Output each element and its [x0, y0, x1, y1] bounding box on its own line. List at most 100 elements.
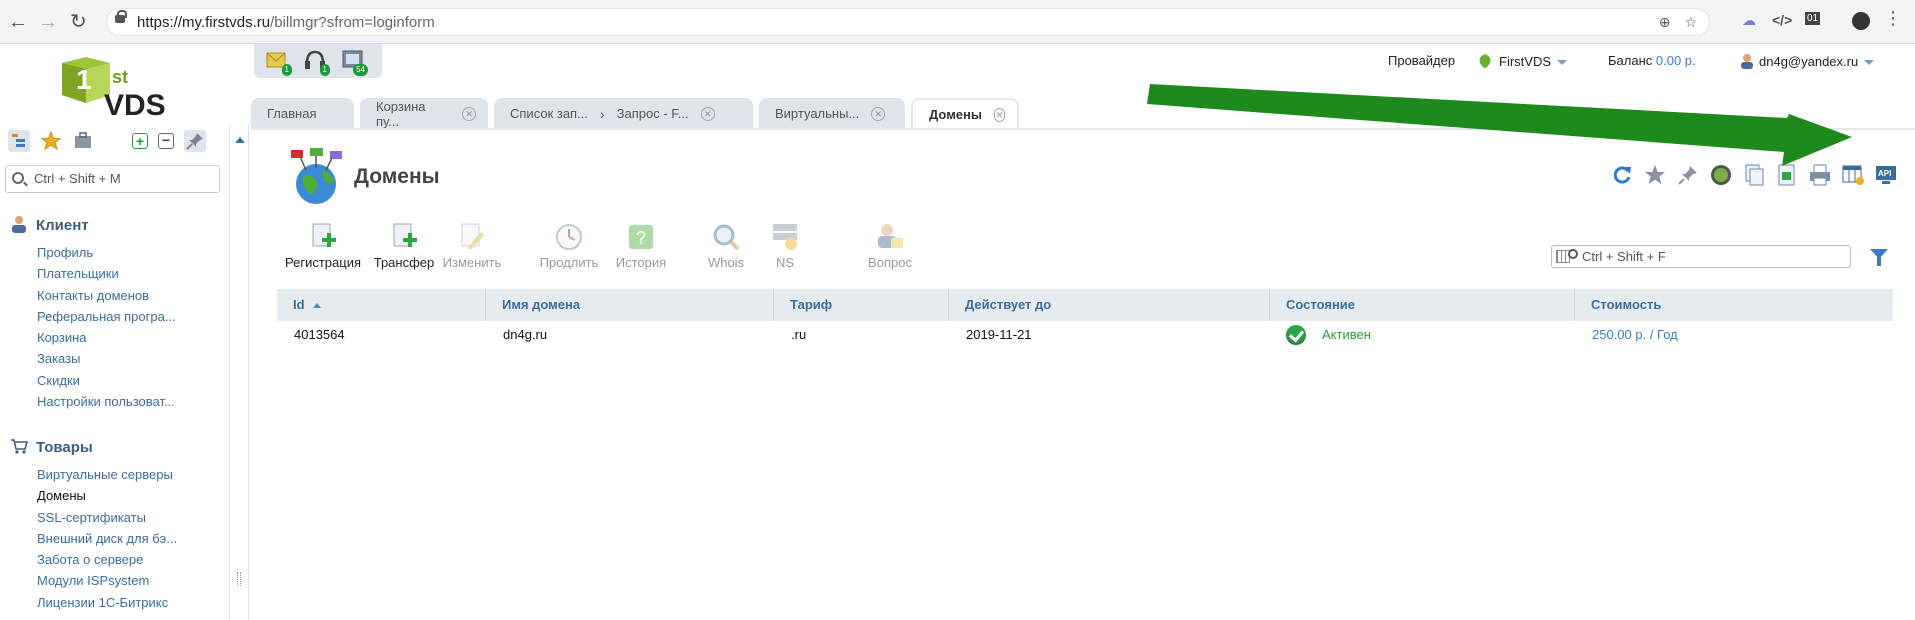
tab-label: Домены: [929, 107, 982, 122]
sidebar-item-backup-disk[interactable]: Внешний диск для бэ...: [37, 528, 177, 549]
history-button[interactable]: ? История: [612, 222, 670, 270]
filter-icon[interactable]: [1870, 249, 1888, 266]
sidebar-item-cart[interactable]: Корзина: [37, 327, 176, 348]
tab-domains[interactable]: Домены ✕: [911, 98, 1019, 129]
tab-cart[interactable]: Корзина пу... ✕: [360, 98, 488, 129]
section-goods[interactable]: Товары: [10, 437, 93, 456]
tasks-button[interactable]: 54: [340, 48, 368, 76]
back-icon[interactable]: ←: [8, 12, 28, 32]
tree-view-button[interactable]: [8, 130, 30, 152]
column-status[interactable]: Состояние: [1270, 289, 1575, 321]
column-tariff[interactable]: Тариф: [774, 289, 949, 321]
sidebar-item-payers[interactable]: Плательщики: [37, 263, 176, 284]
favorites-button[interactable]: [40, 130, 62, 152]
sidebar-item-ispsystem-modules[interactable]: Модули ISPsystem: [37, 570, 177, 591]
question-button[interactable]: Вопрос: [858, 222, 922, 270]
column-price[interactable]: Стоимость: [1575, 289, 1893, 321]
sidebar-item-server-care[interactable]: Забота о сервере: [37, 549, 177, 570]
table-settings-icon: [1842, 165, 1864, 185]
page-title: Домены: [354, 165, 440, 188]
table-row[interactable]: 4013564 dn4g.ru .ru 2019-11-21 Активен 2…: [277, 321, 1893, 349]
bookmark-star-icon[interactable]: ☆: [1684, 14, 1697, 31]
whois-button[interactable]: Whois: [698, 222, 754, 270]
address-bar[interactable]: https://my.firstvds.ru/billmgr?sfrom=log…: [106, 8, 1710, 36]
sidebar-splitter[interactable]: [229, 125, 249, 620]
refresh-button[interactable]: [1610, 163, 1634, 187]
print-button[interactable]: [1808, 163, 1832, 187]
table-search-input[interactable]: [1582, 249, 1842, 264]
close-icon[interactable]: ✕: [994, 107, 1005, 122]
clipboard-button[interactable]: [72, 130, 94, 152]
cell-price[interactable]: 250.00 р. / Год: [1575, 321, 1893, 349]
pin-button[interactable]: [184, 130, 206, 152]
section-client[interactable]: Клиент: [10, 215, 89, 234]
renew-button[interactable]: Продлить: [534, 222, 604, 270]
close-icon[interactable]: ✕: [462, 106, 476, 121]
sidebar-item-domain-contacts[interactable]: Контакты доменов: [37, 285, 176, 306]
devtools-extension-icon[interactable]: </>: [1772, 12, 1792, 28]
sidebar-item-discounts[interactable]: Скидки: [37, 370, 176, 391]
menu-search-input[interactable]: [34, 171, 214, 186]
provider-selector[interactable]: FirstVDS: [1477, 53, 1567, 69]
table-search[interactable]: [1551, 245, 1851, 268]
history-question-icon: ?: [626, 222, 656, 252]
sidebar-item-ssl[interactable]: SSL-сертификаты: [37, 507, 177, 528]
provider-name: FirstVDS: [1499, 54, 1551, 69]
copy-button[interactable]: [1742, 163, 1766, 187]
balance-value[interactable]: 0.00 р.: [1656, 53, 1696, 68]
transfer-button[interactable]: Трансфер: [372, 222, 436, 270]
sidebar-item-1c-bitrix[interactable]: Лицензии 1С-Битрикс: [37, 592, 177, 613]
alerts-button[interactable]: 1: [264, 48, 292, 76]
forward-icon[interactable]: →: [38, 12, 58, 32]
pin-icon: [186, 133, 203, 150]
column-id[interactable]: Id: [277, 289, 486, 321]
zoom-icon[interactable]: ⊕: [1659, 14, 1671, 31]
renew-label: Продлить: [539, 255, 599, 270]
user-menu[interactable]: dn4g@yandex.ru: [1739, 53, 1875, 69]
expand-all-button[interactable]: +: [132, 133, 148, 149]
resize-grip-icon[interactable]: [237, 572, 241, 586]
column-price-label: Стоимость: [1591, 297, 1662, 312]
sidebar-item-domains[interactable]: Домены: [37, 485, 177, 506]
cloud-extension-icon[interactable]: ☁: [1742, 12, 1756, 29]
tab-home[interactable]: Главная: [251, 98, 354, 129]
sidebar-item-user-settings[interactable]: Настройки пользоват...: [37, 391, 176, 412]
sidebar-item-orders[interactable]: Заказы: [37, 348, 176, 369]
question-person-icon: [875, 222, 905, 252]
ns-button[interactable]: NS: [758, 222, 812, 270]
close-icon[interactable]: ✕: [700, 106, 715, 121]
api-button[interactable]: API: [1874, 163, 1898, 187]
edit-button[interactable]: Изменить: [436, 222, 508, 270]
register-label: Регистрация: [285, 255, 361, 270]
pin-button[interactable]: [1676, 163, 1700, 187]
collapse-all-button[interactable]: −: [158, 133, 174, 149]
profile-avatar-icon[interactable]: [1852, 12, 1870, 30]
table-settings-button[interactable]: [1841, 163, 1865, 187]
support-button[interactable]: 1: [302, 48, 330, 76]
binary-extension-icon[interactable]: 01: [1805, 12, 1821, 25]
dashboard-button[interactable]: [1709, 163, 1733, 187]
sidebar-item-profile[interactable]: Профиль: [37, 242, 176, 263]
sort-asc-icon: [312, 303, 321, 308]
scroll-up-icon[interactable]: [235, 137, 245, 143]
tasks-badge: 54: [353, 64, 368, 76]
favorite-button[interactable]: [1643, 163, 1667, 187]
menu-search[interactable]: [5, 165, 220, 193]
register-button[interactable]: Регистрация: [278, 222, 368, 270]
firstvds-logo[interactable]: 1 st VDS: [52, 55, 180, 121]
tab-label: Корзина пу...: [376, 98, 426, 129]
close-icon[interactable]: ✕: [871, 106, 886, 121]
tab-virtual-servers[interactable]: Виртуальны... ✕: [759, 98, 905, 129]
reload-icon[interactable]: ↻: [70, 12, 87, 32]
browser-menu-icon[interactable]: ⋮: [1884, 8, 1902, 29]
export-excel-button[interactable]: [1775, 163, 1799, 187]
sidebar-item-virtual-servers[interactable]: Виртуальные серверы: [37, 464, 177, 485]
column-domain[interactable]: Имя домена: [486, 289, 774, 321]
column-valid-until[interactable]: Действует до: [949, 289, 1270, 321]
register-document-plus-icon: [308, 222, 338, 252]
tab-requests[interactable]: Список зап... › Запрос - F... ✕: [494, 98, 753, 129]
gauge-icon: [1711, 165, 1731, 185]
whois-label: Whois: [707, 255, 745, 270]
chevron-down-icon: [1864, 60, 1875, 66]
sidebar-item-referral[interactable]: Реферальная програ...: [37, 306, 176, 327]
